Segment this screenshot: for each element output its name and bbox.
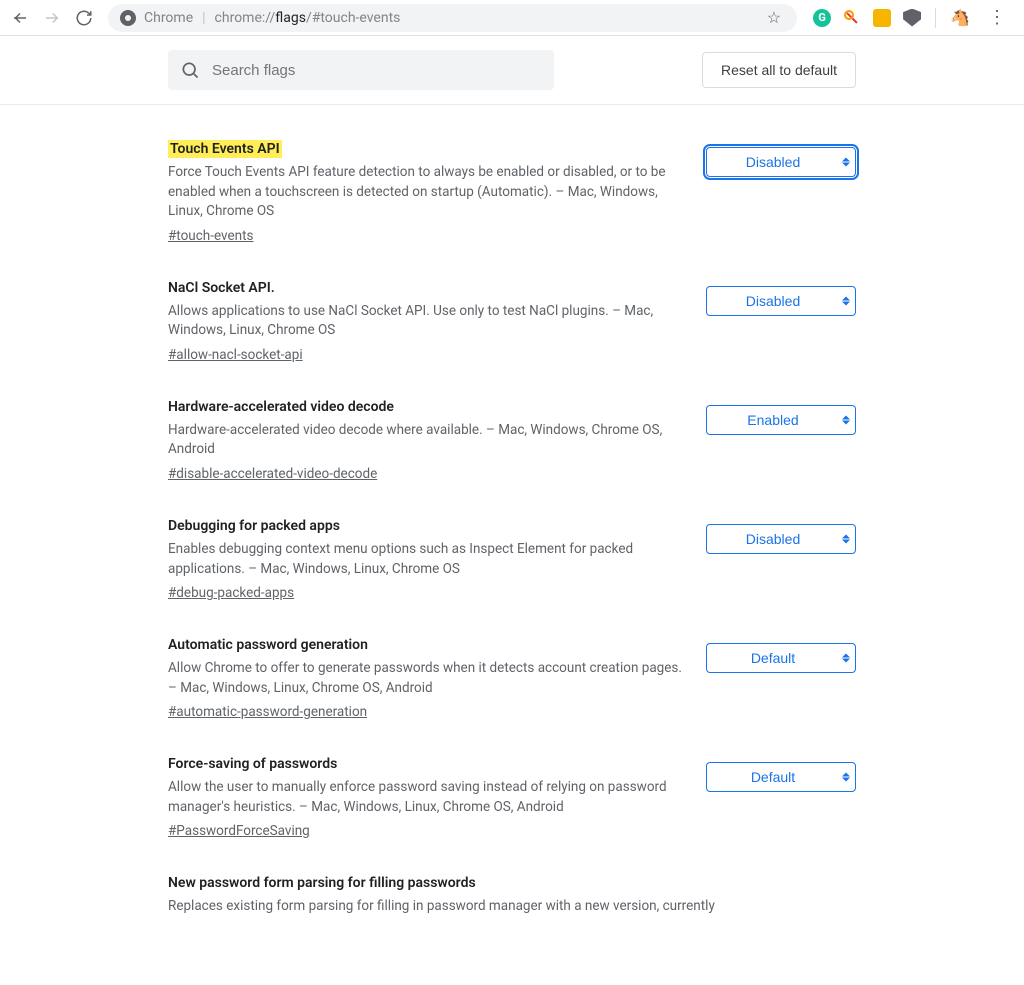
flag-title: New password form parsing for filling pa…: [168, 875, 476, 891]
flag-select[interactable]: Disabled: [706, 524, 856, 554]
flag-select-wrap: Disabled: [706, 286, 856, 316]
flag-title: Automatic password generation: [168, 637, 368, 653]
search-flags-wrap[interactable]: [168, 50, 554, 90]
flag-permalink[interactable]: #PasswordForceSaving: [168, 823, 310, 839]
flag-description: Allows applications to use NaCl Socket A…: [168, 302, 686, 341]
url-text: Chrome | chrome://flags/#touch-events: [144, 10, 759, 26]
flag-row: Hardware-accelerated video decode Hardwar…: [168, 385, 856, 504]
flag-title: Force-saving of passwords: [168, 756, 337, 772]
flag-description: Enables debugging context menu options s…: [168, 540, 686, 579]
extension-misc-icon[interactable]: 🐴: [950, 8, 970, 27]
bookmark-star-icon[interactable]: ☆: [767, 8, 781, 27]
flag-select[interactable]: Disabled: [706, 286, 856, 316]
arrow-right-icon: [43, 9, 61, 27]
back-button[interactable]: [6, 4, 34, 32]
flag-row: NaCl Socket API. Allows applications to u…: [168, 266, 856, 385]
flag-row: Automatic password generation Allow Chrom…: [168, 623, 856, 742]
flag-permalink[interactable]: #automatic-password-generation: [168, 704, 367, 720]
flag-select-wrap: Default: [706, 643, 856, 673]
flag-title: Touch Events API: [168, 140, 282, 158]
flag-select-wrap: Disabled: [706, 147, 856, 177]
extension-ublock-icon[interactable]: [903, 9, 921, 27]
search-flags-input[interactable]: [210, 61, 542, 80]
chrome-menu-button[interactable]: ⋮: [982, 7, 1012, 28]
flag-permalink[interactable]: #touch-events: [168, 228, 254, 244]
flag-row: New password form parsing for filling pa…: [168, 861, 856, 945]
flag-select[interactable]: Default: [706, 762, 856, 792]
extension-yellow-icon[interactable]: [873, 9, 891, 27]
reload-button[interactable]: [70, 4, 98, 32]
toolbar-divider: [935, 8, 936, 28]
arrow-left-icon: [11, 9, 29, 27]
flag-title: Debugging for packed apps: [168, 518, 340, 534]
flag-title: NaCl Socket API.: [168, 280, 275, 296]
flag-permalink[interactable]: #allow-nacl-socket-api: [168, 347, 303, 363]
flag-description: Replaces existing form parsing for filli…: [168, 897, 836, 917]
flag-description: Force Touch Events API feature detection…: [168, 163, 686, 222]
flag-select[interactable]: Enabled: [706, 405, 856, 435]
flag-title: Hardware-accelerated video decode: [168, 399, 394, 415]
flag-select[interactable]: Disabled: [706, 147, 856, 177]
forward-button[interactable]: [38, 4, 66, 32]
extension-noscript-icon[interactable]: [843, 9, 861, 27]
browser-toolbar: Chrome | chrome://flags/#touch-events ☆ …: [0, 0, 1024, 36]
flag-description: Allow Chrome to offer to generate passwo…: [168, 659, 686, 698]
flag-permalink[interactable]: #debug-packed-apps: [168, 585, 294, 601]
extensions-area: G 🐴 ⋮: [807, 7, 1018, 28]
extension-grammarly-icon[interactable]: G: [813, 9, 831, 27]
address-bar[interactable]: Chrome | chrome://flags/#touch-events ☆: [108, 4, 797, 32]
flag-row: Touch Events API Force Touch Events API f…: [168, 127, 856, 266]
flags-header: Reset all to default: [0, 36, 1024, 105]
flag-row: Debugging for packed apps Enables debuggi…: [168, 504, 856, 623]
flag-select-wrap: Enabled: [706, 405, 856, 435]
flag-description: Allow the user to manually enforce passw…: [168, 778, 686, 817]
flag-description: Hardware-accelerated video decode where …: [168, 421, 686, 460]
flag-select-wrap: Default: [706, 762, 856, 792]
flag-permalink[interactable]: #disable-accelerated-video-decode: [168, 466, 377, 482]
site-info-icon[interactable]: [120, 10, 136, 26]
flag-row: Force-saving of passwords Allow the user …: [168, 742, 856, 861]
reset-all-button[interactable]: Reset all to default: [702, 52, 856, 88]
search-icon: [180, 60, 200, 80]
flag-select-wrap: Disabled: [706, 524, 856, 554]
flags-list: Touch Events API Force Touch Events API f…: [0, 105, 1024, 985]
flag-select[interactable]: Default: [706, 643, 856, 673]
reload-icon: [75, 9, 93, 27]
